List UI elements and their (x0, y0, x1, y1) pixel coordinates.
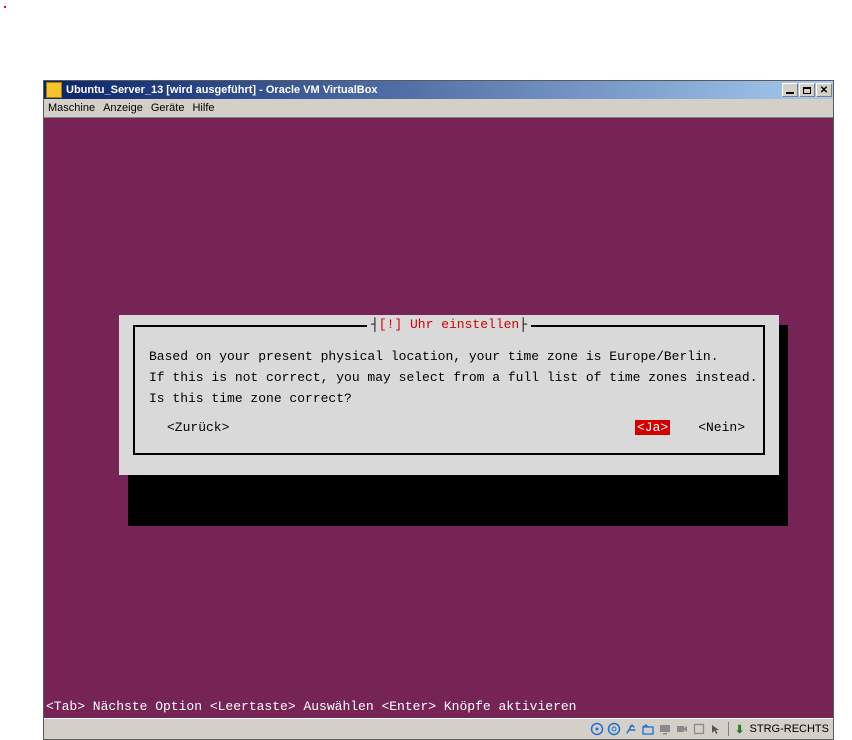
menu-devices[interactable]: Geräte (151, 102, 185, 114)
dialog-frame: ┤ [!] Uhr einstellen ├ Based on your pre… (133, 325, 765, 455)
dialog-title: ┤ [!] Uhr einstellen ├ (367, 317, 531, 332)
guest-additions-icon[interactable] (692, 722, 706, 736)
host-key-label: STRG-RECHTS (750, 723, 829, 735)
close-icon: ✕ (820, 85, 828, 96)
hard-disk-icon[interactable] (590, 722, 604, 736)
vm-window: Ubuntu_Server_13 [wird ausgeführt] - Ora… (43, 80, 834, 740)
minimize-icon (786, 92, 794, 94)
close-button[interactable]: ✕ (816, 83, 832, 97)
dialog-line-2: If this is not correct, you may select f… (149, 370, 749, 385)
menu-help[interactable]: Hilfe (192, 102, 214, 114)
window-controls: ✕ (781, 83, 833, 97)
minimize-button[interactable] (782, 83, 798, 97)
shared-folders-icon[interactable] (641, 722, 655, 736)
menubar: Maschine Anzeige Geräte Hilfe (44, 99, 833, 118)
dialog-buttons: <Zurück> <Ja> <Nein> (149, 420, 749, 435)
maximize-icon (803, 87, 811, 94)
dialog-title-bang: [!] (379, 317, 402, 332)
dialog-line-3: Is this time zone correct? (149, 391, 749, 406)
back-button[interactable]: <Zurück> (167, 420, 229, 435)
dialog-title-text: Uhr einstellen (410, 317, 519, 332)
keyboard-capture-icon: ⬇ (733, 722, 747, 736)
titlebar: Ubuntu_Server_13 [wird ausgeführt] - Ora… (44, 81, 833, 99)
optical-disk-icon[interactable] (607, 722, 621, 736)
recording-icon[interactable] (675, 722, 689, 736)
display-icon[interactable] (658, 722, 672, 736)
maximize-button[interactable] (799, 83, 815, 97)
keyboard-hint: <Tab> Nächste Option <Leertaste> Auswähl… (46, 699, 577, 714)
usb-icon[interactable] (624, 722, 638, 736)
host-key-indicator[interactable]: ⬇ STRG-RECHTS (728, 722, 829, 736)
virtualbox-icon (46, 82, 62, 98)
mouse-integration-icon[interactable] (709, 722, 723, 736)
menu-machine[interactable]: Maschine (48, 102, 95, 114)
window-title: Ubuntu_Server_13 [wird ausgeführt] - Ora… (66, 84, 378, 96)
dialog-line-1: Based on your present physical location,… (149, 349, 749, 364)
menu-view[interactable]: Anzeige (103, 102, 143, 114)
yes-button[interactable]: <Ja> (635, 420, 670, 435)
timezone-dialog: ┤ [!] Uhr einstellen ├ Based on your pre… (119, 315, 779, 475)
guest-screen[interactable]: ┤ [!] Uhr einstellen ├ Based on your pre… (44, 118, 833, 718)
no-button[interactable]: <Nein> (698, 420, 745, 435)
